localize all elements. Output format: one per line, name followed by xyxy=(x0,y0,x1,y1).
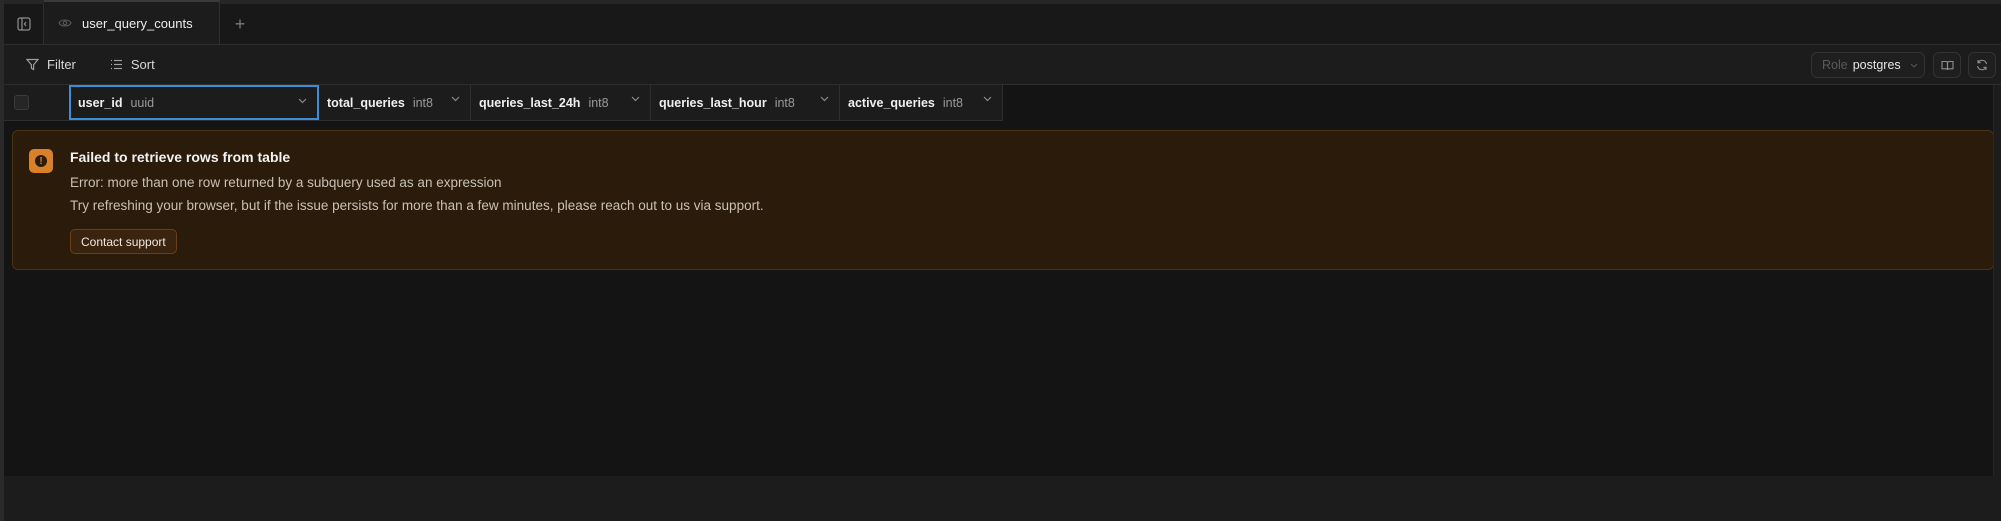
sort-button[interactable]: Sort xyxy=(102,53,163,76)
grid-header: user_id uuid total_queries int8 queries_… xyxy=(4,85,1003,121)
column-header-queries-last-24h[interactable]: queries_last_24h int8 xyxy=(471,85,651,120)
contact-support-button[interactable]: Contact support xyxy=(70,229,177,254)
sidebar-toggle-button[interactable] xyxy=(4,4,44,44)
error-panel: ! Failed to retrieve rows from table Err… xyxy=(12,130,1994,270)
role-select[interactable]: Role postgres xyxy=(1811,52,1925,78)
select-all-cell xyxy=(4,85,70,120)
error-title: Failed to retrieve rows from table xyxy=(70,149,291,165)
docs-button[interactable] xyxy=(1933,52,1961,78)
column-header-user-id[interactable]: user_id uuid xyxy=(69,85,319,120)
column-header-total-queries[interactable]: total_queries int8 xyxy=(319,85,471,120)
sort-list-icon xyxy=(110,59,122,70)
filter-label: Filter xyxy=(47,57,76,72)
column-name: active_queries xyxy=(848,95,935,110)
refresh-icon xyxy=(1976,59,1988,71)
column-type: int8 xyxy=(412,95,433,110)
chevron-down-icon[interactable] xyxy=(451,96,460,102)
column-header-queries-last-hour[interactable]: queries_last_hour int8 xyxy=(651,85,840,120)
chevron-down-icon[interactable] xyxy=(298,98,307,104)
tab-label: user_query_counts xyxy=(82,15,193,31)
eye-icon xyxy=(58,18,72,28)
tab-bar: user_query_counts + xyxy=(4,0,2001,45)
filter-button[interactable]: Filter xyxy=(18,53,84,76)
select-all-checkbox[interactable] xyxy=(14,95,29,110)
column-type: int8 xyxy=(774,95,795,110)
column-type: int8 xyxy=(588,95,609,110)
table-editor: user_query_counts + Filter Sort Role pos… xyxy=(0,0,2001,521)
column-type: uuid xyxy=(130,95,155,110)
toolbar: Filter Sort Role postgres xyxy=(4,45,2001,85)
filter-icon xyxy=(26,58,39,71)
vertical-scrollbar[interactable] xyxy=(1993,85,2001,476)
chevron-down-icon[interactable] xyxy=(631,96,640,102)
role-label: Role xyxy=(1822,58,1848,72)
chevron-down-icon[interactable] xyxy=(820,96,829,102)
column-type: int8 xyxy=(942,95,964,110)
column-name: total_queries xyxy=(327,95,405,110)
column-header-active-queries[interactable]: active_queries int8 xyxy=(840,85,1003,120)
error-message: Error: more than one row returned by a s… xyxy=(70,175,502,190)
sort-label: Sort xyxy=(130,57,155,72)
tab-user-query-counts[interactable]: user_query_counts xyxy=(44,0,220,44)
role-value: postgres xyxy=(1852,58,1901,72)
chevron-down-icon[interactable] xyxy=(983,96,992,102)
column-name: queries_last_24h xyxy=(479,95,581,110)
error-hint: Try refreshing your browser, but if the … xyxy=(70,198,764,213)
sidebar-toggle-icon xyxy=(16,17,31,31)
chevron-down-icon xyxy=(1910,63,1918,68)
column-name: queries_last_hour xyxy=(659,95,767,110)
data-grid: user_id uuid total_queries int8 queries_… xyxy=(4,85,2001,476)
warning-icon: ! xyxy=(29,149,53,173)
book-icon xyxy=(1940,60,1954,70)
add-tab-button[interactable]: + xyxy=(220,4,260,44)
plus-icon: + xyxy=(234,13,246,34)
warning-symbol: ! xyxy=(35,155,47,167)
refresh-button[interactable] xyxy=(1968,52,1996,78)
column-name: user_id xyxy=(78,95,123,110)
